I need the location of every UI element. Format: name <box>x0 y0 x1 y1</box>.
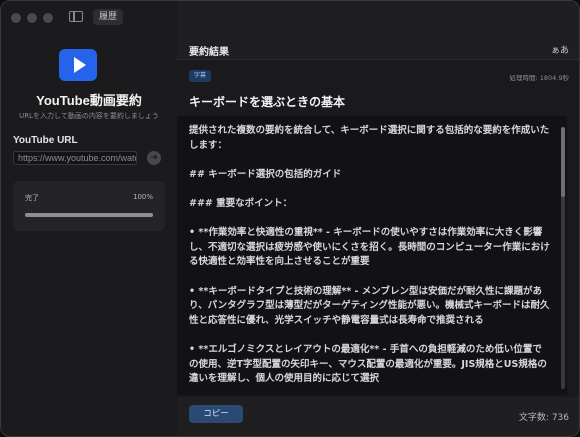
summary-content-area[interactable]: 提供された複数の要約を統合して、キーボード選択に関する包括的な要約を作成いたしま… <box>177 116 567 395</box>
summary-paragraph: • **エルゴノミクスとレイアウトの最適化** - 手首への負担軽減のため低い位… <box>189 343 547 385</box>
main-titlebar <box>177 1 579 37</box>
source-tag-badge: 字幕 <box>189 70 212 82</box>
summary-paragraph: ## キーボード選択の包括的ガイド <box>189 168 342 180</box>
summary-text: 提供された複数の要約を統合して、キーボード選択に関する包括的な要約を作成いたしま… <box>189 124 551 395</box>
video-title: キーボードを選ぶときの基本 <box>189 95 346 109</box>
sidebar: 履歴 YouTube動画要約 URLを入力して動画の内容を要約しましょう You… <box>1 1 178 436</box>
url-input[interactable]: https://www.youtube.com/watch <box>13 151 137 165</box>
zoom-window-button[interactable] <box>43 13 53 23</box>
copy-button[interactable]: コピー <box>189 405 243 423</box>
summary-paragraph: ### 重要なポイント： <box>189 197 293 209</box>
summary-paragraph: 提供された複数の要約を統合して、キーボード選択に関する包括的な要約を作成いたしま… <box>189 125 550 151</box>
progress-bar <box>25 213 153 217</box>
history-button[interactable]: 履歴 <box>93 9 124 25</box>
app-window: 履歴 YouTube動画要約 URLを入力して動画の内容を要約しましょう You… <box>0 0 580 437</box>
url-label: YouTube URL <box>13 135 78 146</box>
play-icon <box>73 57 86 73</box>
app-subtitle: URLを入力して動画の内容を要約しましょう <box>19 112 159 120</box>
progress-bar-fill <box>25 213 153 217</box>
summary-paragraph: • **作業効率と快適性の重視** - キーボードの使いやすさは作業効率に大きく… <box>189 227 550 268</box>
progress-card: 完了 100% <box>13 181 165 231</box>
youtube-play-logo-icon <box>59 49 97 81</box>
summary-scrollbar[interactable] <box>561 127 565 389</box>
page-title: 要約結果 <box>189 47 229 58</box>
submit-arrow-button[interactable]: ➜ <box>147 151 161 165</box>
main-header: 要約結果 ぁあ <box>177 37 579 60</box>
summary-paragraph: • **キーボードタイプと技術の理解** - メンブレン型は安価だが耐久性に課題… <box>189 285 550 326</box>
processing-time: 処理時間: 1804.9秒 <box>509 74 570 82</box>
minimize-window-button[interactable] <box>27 13 37 23</box>
progress-status-label: 完了 <box>25 194 39 202</box>
footer-bar: コピー 文字数: 736 <box>177 397 579 436</box>
window-controls <box>11 13 53 23</box>
main-panel: 要約結果 ぁあ 字幕 処理時間: 1804.9秒 キーボードを選ぶときの基本 提… <box>177 1 579 436</box>
character-count: 文字数: 736 <box>518 413 569 423</box>
font-size-toggle[interactable]: ぁあ <box>551 43 569 56</box>
progress-percent: 100% <box>132 193 153 201</box>
sidebar-toggle-icon[interactable] <box>69 11 83 22</box>
arrow-right-icon: ➜ <box>150 153 158 163</box>
app-title: YouTube動画要約 <box>36 93 142 108</box>
scrollbar-thumb[interactable] <box>561 127 565 197</box>
close-window-button[interactable] <box>11 13 21 23</box>
